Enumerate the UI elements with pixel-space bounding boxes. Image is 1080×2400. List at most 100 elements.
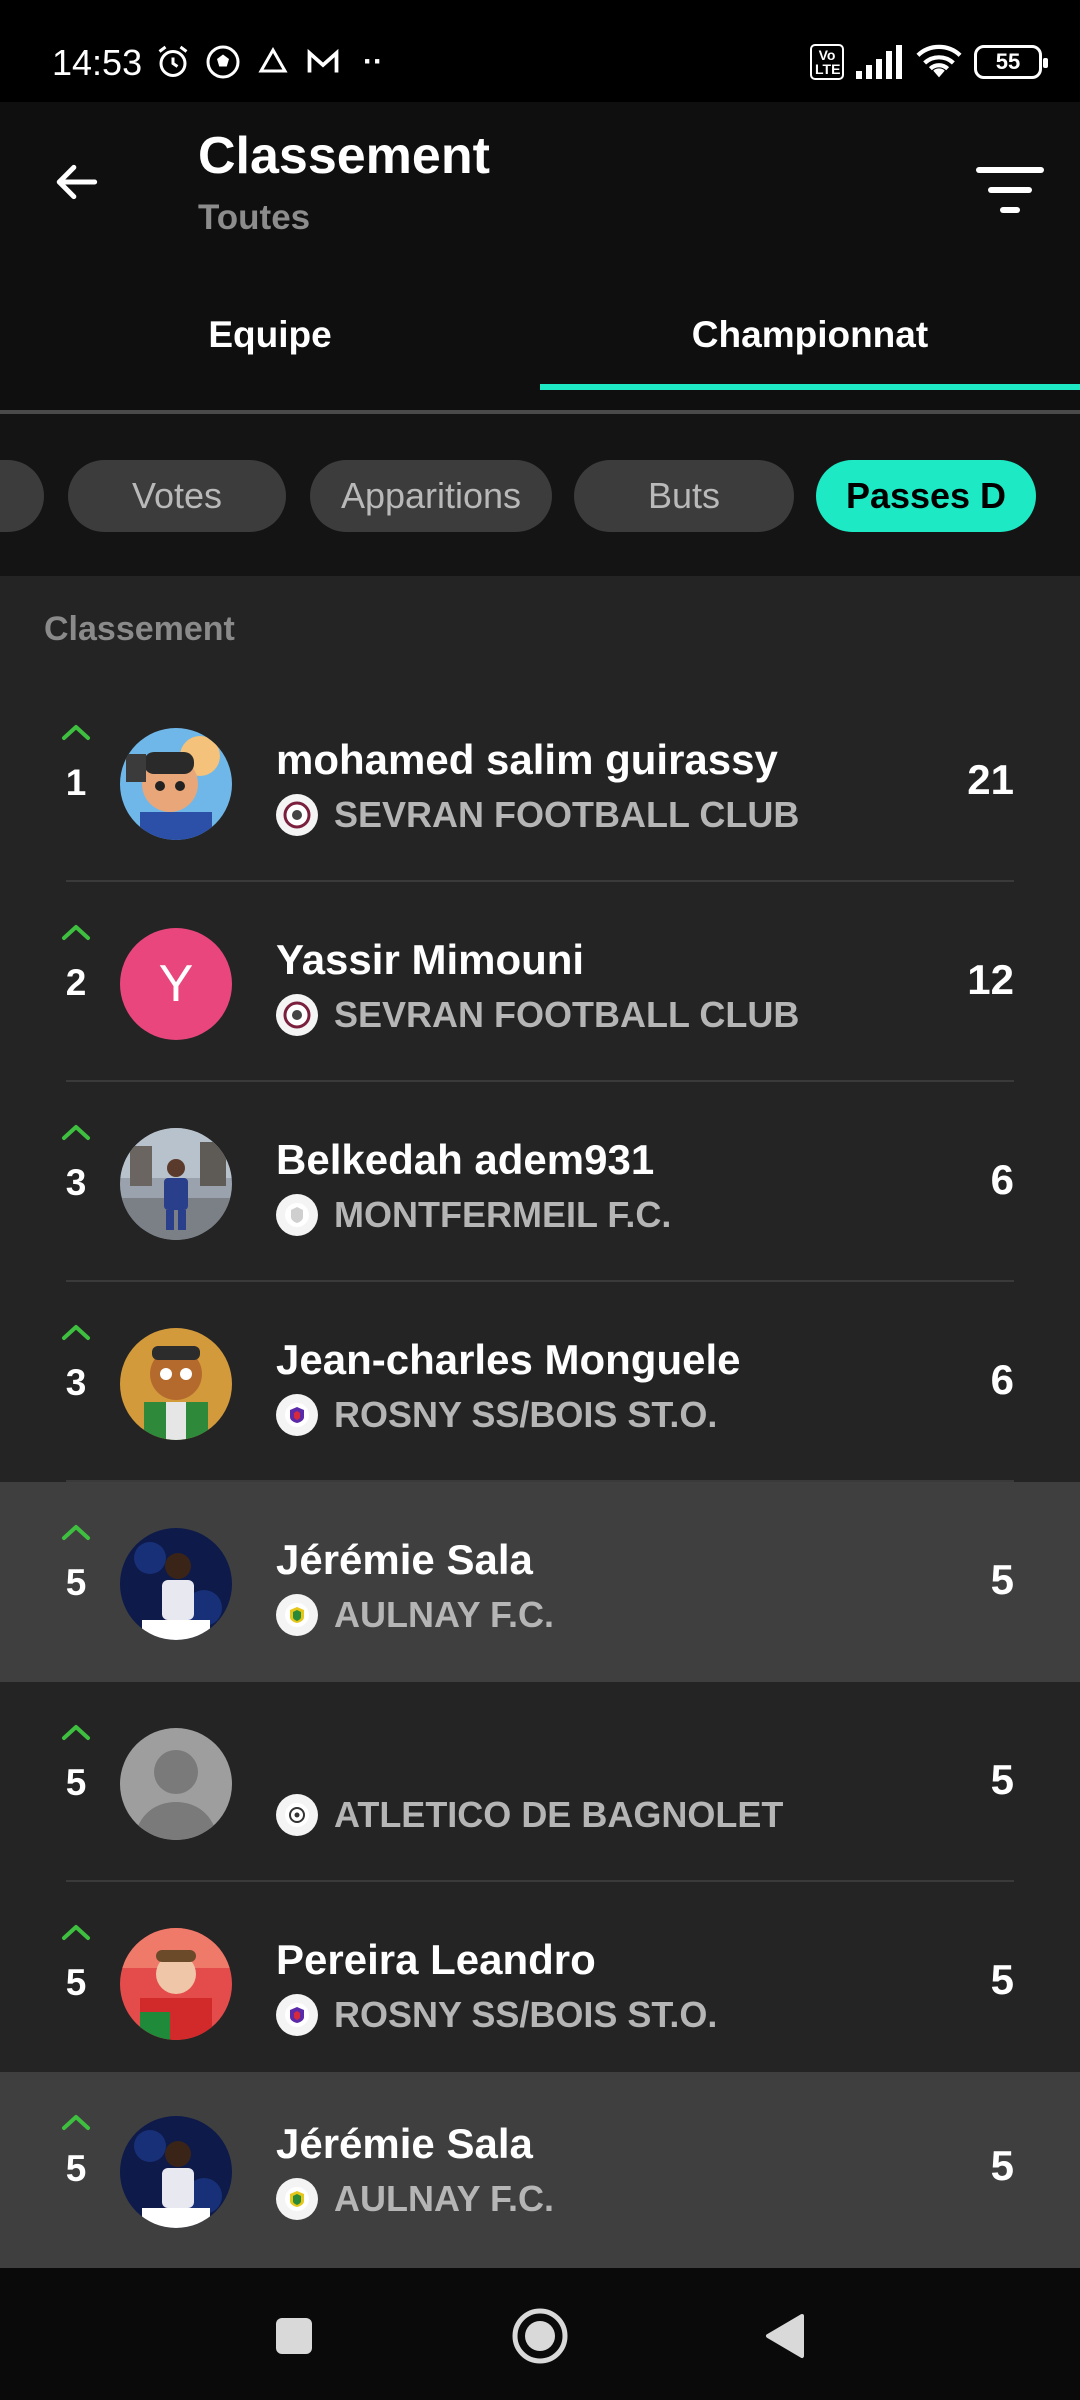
- ranking-row[interactable]: 3 Belkedah adem931 MONTFERMEIL F.C. 6: [0, 1082, 1080, 1282]
- club-name: ATLETICO DE BAGNOLET: [334, 1794, 784, 1835]
- wifi-icon: [916, 44, 962, 78]
- rank-number: 5: [65, 1962, 87, 2003]
- stat-filter-chips: Votes Apparitions Buts Passes D: [0, 414, 1080, 576]
- ranking-row[interactable]: 2 Y Yassir Mimouni SEVRAN FOOTBALL CLUB …: [0, 882, 1080, 1082]
- chip-passes-d[interactable]: Passes D: [816, 460, 1036, 532]
- page-title: Classement: [198, 127, 490, 185]
- club-name: SEVRAN FOOTBALL CLUB: [334, 994, 800, 1035]
- club: ROSNY SS/BOIS ST.O.: [276, 1994, 717, 2036]
- player-score: 5: [990, 2142, 1014, 2189]
- battery-indicator: 55: [974, 45, 1048, 79]
- player-score: 21: [967, 756, 1014, 803]
- club: MONTFERMEIL F.C.: [276, 1194, 671, 1236]
- player-name: Jean-charles Monguele: [276, 1336, 741, 1383]
- signal-icon: [856, 45, 902, 79]
- player-score: 12: [967, 956, 1014, 1003]
- rank-number: 1: [65, 762, 87, 803]
- club-badge-icon: [276, 2178, 318, 2220]
- back-nav-button[interactable]: [752, 2304, 816, 2368]
- player-name: Jérémie Sala: [276, 2120, 533, 2167]
- ranking-row[interactable]: 1 mohamed salim guirassy SEVRAN FOOTBALL…: [0, 682, 1080, 882]
- filter-button[interactable]: [970, 150, 1050, 230]
- alarm-icon: [158, 45, 188, 77]
- trend-up-icon: [62, 925, 90, 940]
- club: ROSNY SS/BOIS ST.O.: [276, 1394, 717, 1436]
- player-name: mohamed salim guirassy: [276, 736, 778, 783]
- app-notification-icon: [258, 46, 288, 73]
- club-badge-icon: [276, 1794, 318, 1836]
- list-header: Classement: [44, 610, 235, 648]
- club-badge-icon: [276, 1994, 318, 2036]
- more-notifications-icon: ··: [363, 45, 383, 78]
- club: AULNAY F.C.: [276, 2178, 554, 2220]
- player-avatar: [120, 728, 232, 840]
- ranking-row-current-user-sticky[interactable]: 5 Jérémie Sala AULNAY F.C. 5: [0, 2072, 1080, 2268]
- club: SEVRAN FOOTBALL CLUB: [276, 994, 799, 1036]
- club-badge-icon: [276, 994, 318, 1036]
- home-button[interactable]: [508, 2304, 572, 2368]
- player-score: 6: [990, 1156, 1014, 1203]
- player-avatar: [120, 1928, 232, 2040]
- club-name: AULNAY F.C.: [334, 1594, 555, 1635]
- rank-number: 2: [65, 962, 87, 1003]
- chip-apparitions[interactable]: Apparitions: [310, 460, 552, 532]
- club-badge-icon: [276, 1394, 318, 1436]
- avatar-initial: Y: [158, 955, 194, 1013]
- page-subtitle: Toutes: [198, 198, 311, 237]
- back-button[interactable]: [46, 150, 110, 214]
- player-avatar: [120, 1128, 232, 1240]
- trend-up-icon: [62, 1325, 90, 1340]
- club: SEVRAN FOOTBALL CLUB: [276, 794, 799, 836]
- trend-up-icon: [62, 1125, 90, 1140]
- chip-partial-left[interactable]: [0, 460, 44, 532]
- trend-up-icon: [62, 1725, 90, 1740]
- notification-icons: ··: [155, 44, 383, 80]
- player-name: Pereira Leandro: [276, 1936, 596, 1983]
- status-time: 14:53: [52, 42, 143, 83]
- default-avatar-icon: [120, 1728, 232, 1840]
- player-avatar-initial: Y: [120, 928, 232, 1040]
- rank-number: 5: [65, 1562, 87, 1603]
- player-name: Belkedah adem931: [276, 1136, 655, 1183]
- player-name: Yassir Mimouni: [276, 936, 585, 983]
- rank-number: 5: [65, 2148, 87, 2189]
- square-icon: [276, 2318, 312, 2354]
- system-navigation-bar: [0, 2268, 1080, 2400]
- ranking-list: Classement 1 mohamed salim guirassy SEVR…: [0, 576, 1080, 2268]
- trend-up-icon: [62, 1925, 90, 1940]
- tab-equipe[interactable]: Equipe: [0, 280, 540, 390]
- ranking-row[interactable]: 3 Jean-charles Monguele ROSNY SS/BOIS ST…: [0, 1282, 1080, 1482]
- club: ATLETICO DE BAGNOLET: [276, 1794, 783, 1836]
- trend-up-icon: [62, 2115, 90, 2130]
- system-icons: Vo LTE 55: [810, 44, 1048, 80]
- filter-icon: [976, 167, 1044, 213]
- tab-championnat[interactable]: Championnat: [540, 280, 1080, 390]
- club-badge-icon: [276, 1194, 318, 1236]
- arrow-left-icon: [56, 164, 98, 200]
- club-badge-icon: [276, 1594, 318, 1636]
- ranking-row-current-user[interactable]: 5 Jérémie Sala AULNAY F.C. 5: [0, 1482, 1080, 1682]
- player-avatar: [120, 1528, 232, 1640]
- home-circle-icon: [512, 2308, 568, 2364]
- player-avatar: [120, 1328, 232, 1440]
- ranking-row[interactable]: 5 ATLETICO DE BAGNOLET 5: [0, 1682, 1080, 1882]
- rank-number: 3: [65, 1162, 87, 1203]
- player-score: 5: [990, 1756, 1014, 1803]
- ranking-row[interactable]: 5 Pereira Leandro ROSNY SS/BOIS ST.O. 5: [0, 1882, 1080, 2082]
- recent-apps-button[interactable]: [262, 2304, 326, 2368]
- club-name: AULNAY F.C.: [334, 2178, 555, 2219]
- volte-icon: Vo LTE: [810, 44, 844, 80]
- player-avatar: [120, 2116, 232, 2228]
- player-score: 5: [990, 1956, 1014, 2003]
- mail-icon: [307, 48, 339, 73]
- app-bar: Classement Toutes Equipe Championnat: [0, 102, 1080, 414]
- rank-number: 5: [65, 1762, 87, 1803]
- player-score: 5: [990, 1556, 1014, 1603]
- trend-up-icon: [62, 1525, 90, 1540]
- chip-votes[interactable]: Votes: [68, 460, 286, 532]
- player-name: Jérémie Sala: [276, 1536, 533, 1583]
- triangle-back-icon: [766, 2314, 804, 2358]
- club: AULNAY F.C.: [276, 1594, 554, 1636]
- chip-buts[interactable]: Buts: [574, 460, 794, 532]
- player-score: 6: [990, 1356, 1014, 1403]
